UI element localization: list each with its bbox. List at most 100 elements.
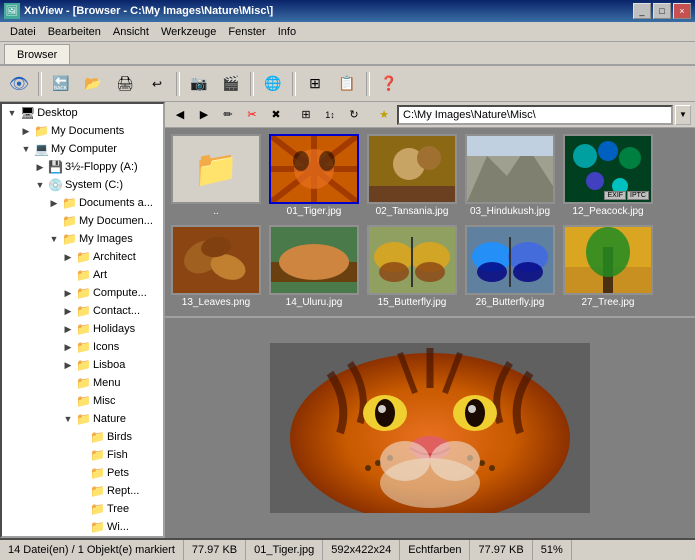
tb-web[interactable]: 🌐 <box>258 70 288 98</box>
tree-item-desktop[interactable]: ▼ 🖥 Desktop <box>2 104 163 122</box>
addr-cut[interactable]: ✂ <box>241 105 263 125</box>
tb-open[interactable]: 📂 <box>78 70 108 98</box>
addr-refresh[interactable]: ↻ <box>343 105 365 125</box>
addr-forward[interactable]: ▶ <box>193 105 215 125</box>
tree-hscrollbar[interactable] <box>2 536 163 538</box>
tab-browser[interactable]: Browser <box>4 44 70 64</box>
menu-werkzeuge[interactable]: Werkzeuge <box>155 24 222 40</box>
menu-bearbeiten[interactable]: Bearbeiten <box>42 24 107 40</box>
tree-item-fish[interactable]: 📁 Fish <box>2 446 163 464</box>
expander-contact[interactable]: ▶ <box>60 303 76 319</box>
toolbar-sep-4 <box>292 72 296 96</box>
menu-info[interactable]: Info <box>272 24 302 40</box>
tab-bar: Browser <box>0 42 695 66</box>
addr-sort[interactable]: 1↕ <box>319 105 341 125</box>
expander-docsa[interactable]: ▶ <box>46 195 62 211</box>
tree-item-nature[interactable]: ▼ 📁 Nature <box>2 410 163 428</box>
tb-rotate[interactable]: ↩ <box>142 70 172 98</box>
tb-grid[interactable]: ⊞ <box>300 70 330 98</box>
tree-item-holidays[interactable]: ▶ 📁 Holidays <box>2 320 163 338</box>
thumb-tree[interactable]: 27_Tree.jpg <box>561 223 655 310</box>
thumb-tansania[interactable]: 02_Tansania.jpg <box>365 132 459 219</box>
thumb-parent-folder[interactable]: 📁 .. <box>169 132 263 219</box>
expander-mycomputer[interactable]: ▼ <box>18 141 34 157</box>
systemc-icon: 💿 <box>48 178 63 192</box>
tree-item-misc[interactable]: 📁 Misc <box>2 392 163 410</box>
thumb-butterfly1[interactable]: 15_Butterfly.jpg <box>365 223 459 310</box>
tree-item-icons[interactable]: ▶ 📁 Icons <box>2 338 163 356</box>
expander-tree[interactable] <box>74 501 90 517</box>
expander-myimages[interactable]: ▼ <box>46 231 62 247</box>
expander-nature[interactable]: ▼ <box>60 411 76 427</box>
tree-item-birds[interactable]: 📁 Birds <box>2 428 163 446</box>
addr-star[interactable]: ★ <box>373 105 395 125</box>
expander-birds[interactable] <box>74 429 90 445</box>
thumb-uluru[interactable]: 14_Uluru.jpg <box>267 223 361 310</box>
tree-item-mydocs2[interactable]: 📁 My Documen... <box>2 212 163 230</box>
thumb-tiger[interactable]: 01_Tiger.jpg <box>267 132 361 219</box>
tree-item-mycomputer[interactable]: ▼ 💻 My Computer <box>2 140 163 158</box>
menu-datei[interactable]: Datei <box>4 24 42 40</box>
expander-fish[interactable] <box>74 447 90 463</box>
expander-lisboa[interactable]: ▶ <box>60 357 76 373</box>
tree-item-mydocs[interactable]: ▶ 📁 My Documents <box>2 122 163 140</box>
expander-compute[interactable]: ▶ <box>60 285 76 301</box>
tb-help[interactable]: ❓ <box>374 70 404 98</box>
tree-item-lisboa[interactable]: ▶ 📁 Lisboa <box>2 356 163 374</box>
tree-item-systemc[interactable]: ▼ 💿 System (C:) <box>2 176 163 194</box>
tree-label-rept: Rept... <box>107 485 139 497</box>
tree-item-rept[interactable]: 📁 Rept... <box>2 482 163 500</box>
expander-misc[interactable] <box>60 393 76 409</box>
expander-icons[interactable]: ▶ <box>60 339 76 355</box>
expander-architect[interactable]: ▶ <box>60 249 76 265</box>
addr-back[interactable]: ◀ <box>169 105 191 125</box>
tree-item-docsa[interactable]: ▶ 📁 Documents a... <box>2 194 163 212</box>
tree-item-menu[interactable]: 📁 Menu <box>2 374 163 392</box>
tree-item-compute[interactable]: ▶ 📁 Compute... <box>2 284 163 302</box>
close-button[interactable]: × <box>673 3 691 19</box>
addr-dropdown[interactable]: ▼ <box>675 105 691 125</box>
address-input[interactable] <box>397 105 673 125</box>
thumb-peacock[interactable]: EXIF IPTC 12_Peacock.jpg <box>561 132 655 219</box>
expander-pets[interactable] <box>74 465 90 481</box>
expander-mydocs[interactable]: ▶ <box>18 123 34 139</box>
addr-delete[interactable]: ✖ <box>265 105 287 125</box>
expander-art[interactable] <box>60 267 76 283</box>
tree-item-wi[interactable]: 📁 Wi... <box>2 518 163 536</box>
tree-item-tree[interactable]: 📁 Tree <box>2 500 163 518</box>
expander-mydocs2[interactable] <box>46 213 62 229</box>
maximize-button[interactable]: □ <box>653 3 671 19</box>
tree-item-architect[interactable]: ▶ 📁 Architect <box>2 248 163 266</box>
status-file-size2: 77.97 KB <box>470 540 532 560</box>
expander-wi[interactable] <box>74 519 90 535</box>
tb-print[interactable]: 🖨 <box>110 70 140 98</box>
addr-view-options[interactable]: ⊞ <box>295 105 317 125</box>
minimize-button[interactable]: _ <box>633 3 651 19</box>
status-file-count: 14 Datei(en) / 1 Objekt(e) markiert <box>8 540 184 560</box>
tree-item-floppy[interactable]: ▶ 💾 3½-Floppy (A:) <box>2 158 163 176</box>
tb-camera[interactable]: 📷 <box>184 70 214 98</box>
tree-scroll[interactable]: ▼ 🖥 Desktop ▶ 📁 My Documents ▼ 💻 My Comp… <box>2 104 163 536</box>
addr-edit[interactable]: ✏ <box>217 105 239 125</box>
menu-ansicht[interactable]: Ansicht <box>107 24 155 40</box>
tree-item-art[interactable]: 📁 Art <box>2 266 163 284</box>
tb-back[interactable]: 🔙 <box>46 70 76 98</box>
tree-item-contact[interactable]: ▶ 📁 Contact... <box>2 302 163 320</box>
menu-fenster[interactable]: Fenster <box>222 24 271 40</box>
expander-systemc[interactable]: ▼ <box>32 177 48 193</box>
tb-movie[interactable]: 🎬 <box>216 70 246 98</box>
thumb-hindukush[interactable]: 03_Hindukush.jpg <box>463 132 557 219</box>
thumb-leaves[interactable]: 13_Leaves.png <box>169 223 263 310</box>
thumbnail-area[interactable]: 📁 .. <box>165 128 695 318</box>
tree-item-pets[interactable]: 📁 Pets <box>2 464 163 482</box>
expander-menu[interactable] <box>60 375 76 391</box>
mydocs-icon: 📁 <box>34 124 49 138</box>
expander-desktop[interactable]: ▼ <box>4 105 20 121</box>
expander-holidays[interactable]: ▶ <box>60 321 76 337</box>
tb-clipboard[interactable]: 📋 <box>332 70 362 98</box>
tb-icon-eye[interactable]: 👁 <box>4 70 34 98</box>
expander-rept[interactable] <box>74 483 90 499</box>
expander-floppy[interactable]: ▶ <box>32 159 48 175</box>
tree-item-myimages[interactable]: ▼ 📁 My Images <box>2 230 163 248</box>
thumb-butterfly2[interactable]: 26_Butterfly.jpg <box>463 223 557 310</box>
